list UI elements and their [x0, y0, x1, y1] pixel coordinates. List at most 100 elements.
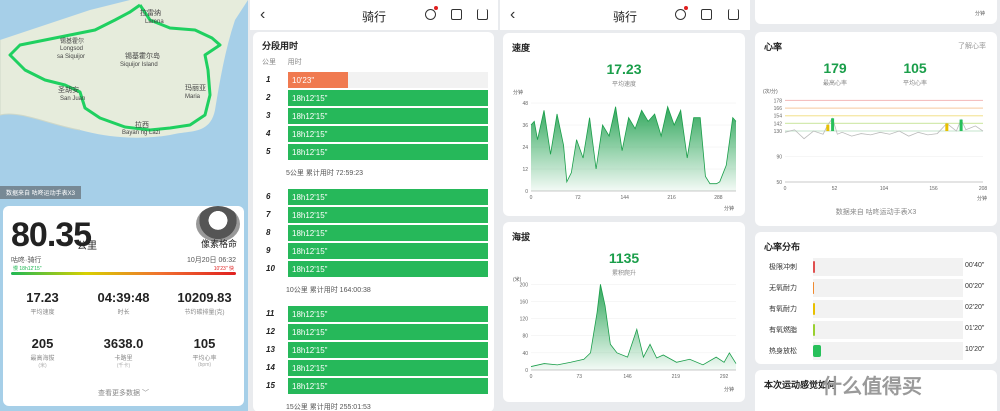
split-time-bar: 18h12'15"	[288, 243, 488, 259]
activity-type: 咕咚·骑行	[11, 257, 42, 264]
split-km: 6	[266, 192, 271, 201]
split-row: 2 18h12'15"	[262, 90, 488, 106]
split-km: 1	[266, 75, 271, 84]
split-time-bar: 18h12'15"	[288, 144, 488, 160]
split-time-bar: 18h12'15"	[288, 378, 488, 394]
y-tick-label: 40	[522, 351, 528, 357]
map-label: Maria	[185, 94, 201, 100]
zone-time: 00'40"	[965, 262, 985, 269]
split-time-bar: 18h12'15"	[288, 225, 488, 241]
heart-rate-card: 心率 了解心率 179 最高心率 105 平均心率 (次/分) 分钟 数据来自 …	[755, 32, 997, 226]
y-tick-label: 154	[774, 114, 783, 120]
split-time-bar: 18h12'15"	[288, 126, 488, 142]
watermark-logo: 什么值得买	[822, 376, 922, 398]
zone-fill	[813, 261, 815, 273]
map-label: 拉雷纳	[140, 8, 161, 17]
splits-card: 分段用时 公里 用时 1 10'23" 2 18h12'15" 3 18h12'15" 4 1…	[253, 32, 494, 411]
camera-icon[interactable]	[701, 9, 712, 20]
hr-zone-title: 心率分布	[764, 242, 801, 252]
split-km: 9	[266, 246, 271, 255]
x-tick-label: 0	[530, 195, 533, 201]
prev-card-tail: 分钟	[755, 0, 997, 24]
stat-avg-speed: 17.23 平均速度	[26, 290, 59, 316]
data-source-tag: 数据来自 咕咚运动手表X3	[0, 186, 82, 199]
device-icon[interactable]	[675, 9, 686, 20]
split-row: 5 18h12'15"	[262, 144, 488, 160]
series-line	[784, 117, 984, 140]
y-tick-label: 120	[520, 317, 529, 323]
split-km: 15	[266, 381, 275, 390]
share-icon[interactable]	[728, 9, 739, 20]
stat-avg-heart-rate: 105 平均心率 (bpm)	[192, 336, 217, 368]
header-bar: ‹ 骑行	[500, 0, 750, 30]
split-km: 10	[266, 264, 275, 273]
prev-x-unit: 分钟	[975, 11, 986, 17]
share-icon[interactable]	[477, 9, 488, 20]
y-tick-label: 142	[774, 121, 783, 127]
split-km: 14	[266, 363, 275, 372]
stat-max-altitude: 205 最高海拔 (米)	[30, 336, 55, 369]
x-tick-label: 219	[672, 374, 681, 380]
split-time-bar: 18h12'15"	[288, 90, 488, 106]
split-km: 12	[266, 327, 275, 336]
device-icon[interactable]	[425, 9, 436, 20]
cumulative-15km: 15公里 累计用时 255:01:53	[286, 404, 371, 411]
stat-calories: 3638.0 卡路里 (千卡)	[103, 336, 144, 369]
summary-card: 80.35 公里 像素格命 咕咚·骑行 10月20日 06:32 慢 18h12…	[3, 206, 244, 406]
split-time-bar: 18h12'15"	[288, 360, 488, 376]
zone-fill	[813, 345, 821, 357]
x-tick-label: 0	[784, 186, 787, 192]
x-tick-label: 146	[623, 374, 632, 380]
split-row: 1 10'23"	[262, 72, 488, 88]
map-label: Larena	[145, 19, 164, 25]
distance-unit: 公里	[77, 241, 97, 252]
series-area	[531, 106, 736, 191]
zone-time: 01'20"	[965, 325, 985, 332]
split-km: 5	[266, 147, 271, 156]
x-tick-label: 104	[880, 186, 889, 192]
y-tick-label: 166	[774, 106, 783, 112]
zone-label: 极限冲刺	[769, 264, 797, 271]
x-tick-label: 292	[720, 374, 729, 380]
user-name[interactable]: 像素格命	[201, 237, 237, 250]
map-label: 拉西	[135, 120, 149, 129]
altitude-chart[interactable]: 0 40 80 120 160 200 0 73 146 219 292	[503, 222, 745, 402]
pace-slow-label: 慢 18h12'15"	[13, 266, 42, 272]
zone-label: 有氧耐力	[769, 306, 797, 313]
split-km: 13	[266, 345, 275, 354]
split-row: 15 18h12'15"	[262, 378, 488, 394]
x-tick-label: 208	[979, 186, 988, 192]
y-tick-label: 36	[522, 123, 528, 129]
header-bar: ‹ 骑行	[250, 0, 498, 30]
map-label: 锡基霍尔岛	[125, 51, 160, 60]
speed-chart[interactable]: 0 12 24 36 48 0 72 144 216 288	[503, 33, 745, 216]
x-tick-label: 156	[929, 186, 938, 192]
y-tick-label: 50	[776, 180, 782, 186]
zone-fill	[813, 282, 814, 294]
map-label: Bayan ng Lazi	[122, 130, 160, 136]
y-tick-label: 160	[520, 299, 529, 305]
page-title: 骑行	[612, 10, 637, 24]
pace-gradient-bar	[11, 272, 236, 275]
split-km: 4	[266, 129, 271, 138]
stat-duration: 04:39:48 时长	[97, 290, 150, 316]
view-more-button[interactable]: 查看更多数据 ﹀	[3, 388, 244, 398]
route-map[interactable]: 拉雷纳 Larena 锡基霍尔 Longsod sa Siquijor 锡基霍尔…	[0, 0, 248, 200]
y-tick-label: 24	[522, 145, 528, 151]
split-row: 6 18h12'15"	[262, 189, 488, 205]
y-tick-label: 0	[525, 189, 528, 195]
zone-time: 10'20"	[965, 346, 985, 353]
split-time-bar: 18h12'15"	[288, 306, 488, 322]
split-time-bar: 18h12'15"	[288, 342, 488, 358]
heart-rate-chart[interactable]: 50 90 130 142154 166 178 0 52 104 156 208	[755, 32, 997, 226]
camera-icon[interactable]	[451, 9, 462, 20]
map-label: San Juan	[60, 96, 85, 102]
zone-bar	[813, 279, 963, 297]
map-label: sa Siquijor	[57, 54, 85, 60]
hr-peak-mark	[959, 119, 963, 132]
zone-fill	[813, 303, 815, 315]
split-km: 11	[266, 309, 275, 318]
zone-label: 无氧耐力	[769, 285, 797, 292]
activity-date: 10月20日 06:32	[186, 257, 236, 264]
split-km: 3	[266, 111, 271, 120]
